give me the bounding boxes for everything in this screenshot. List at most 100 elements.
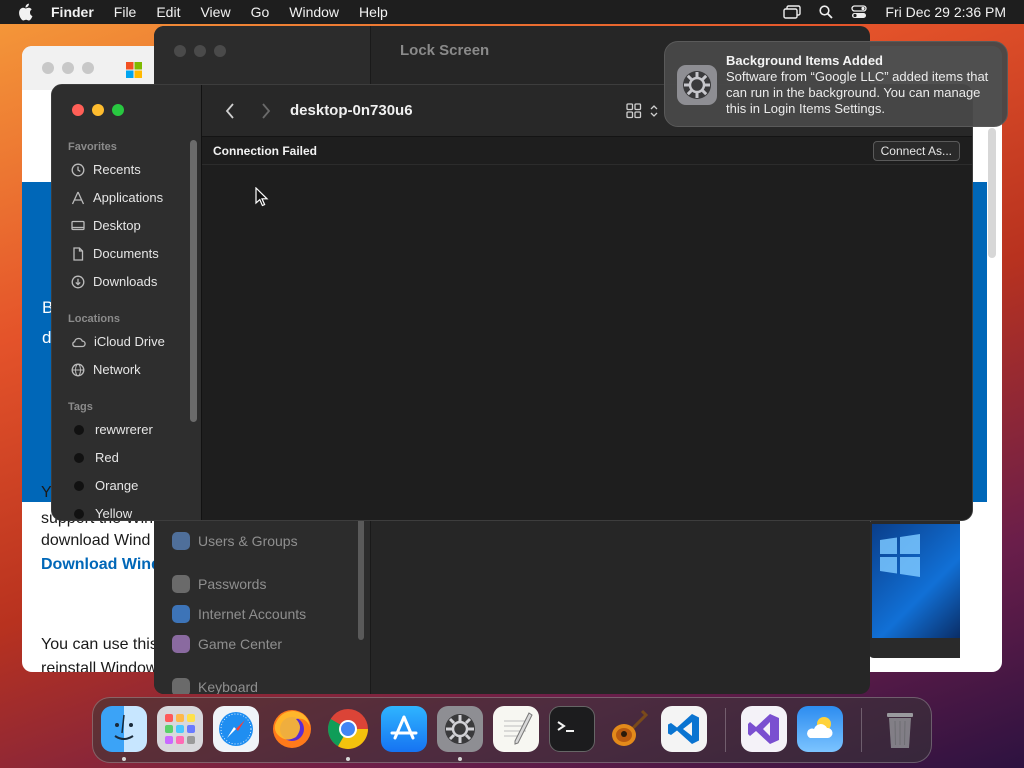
finder-window[interactable]: Favorites Recents Applications Desktop D… [51,84,973,521]
settings-item-label: Passwords [198,576,267,592]
settings-minimize-light[interactable] [194,45,206,57]
dock-firefox-icon[interactable] [269,706,315,752]
sidebar-tag-orange[interactable]: Orange [71,478,138,493]
dock-safari-icon[interactable] [213,706,259,752]
sidebar-item-network[interactable]: Network [71,362,141,377]
dock-trash-icon[interactable] [877,706,923,752]
globe-icon [71,363,85,376]
settings-item-keyboard[interactable]: Keyboard [172,678,258,694]
key-icon [172,575,190,593]
dock-chrome-icon[interactable] [325,706,371,752]
browser-close-light[interactable] [42,62,54,74]
applications-icon [71,191,85,204]
sidebar-item-label: rewwrerer [95,422,153,437]
sidebar-item-documents[interactable]: Documents [71,246,159,261]
settings-item-users-groups[interactable]: Users & Groups [172,532,298,550]
at-sign-icon [172,605,190,623]
finder-window-title: desktop-0n730u6 [290,102,413,119]
icon-view-toggle-icon[interactable] [626,103,662,119]
game-center-icon [172,635,190,653]
windows-logo-icon [880,534,920,577]
tag-dot-icon [74,508,84,519]
sidebar-item-label: Recents [93,162,141,177]
settings-item-game-center[interactable]: Game Center [172,635,282,653]
sidebar-item-recents[interactable]: Recents [71,162,141,177]
finder-content-area[interactable]: Connection Failed Connect As... [202,137,972,520]
sidebar-item-label: Desktop [93,218,141,233]
page-text-fragment-5: reinstall Window [41,660,158,672]
settings-sidebar-scrollbar[interactable] [358,514,364,640]
users-groups-icon [172,532,190,550]
sidebar-tag-yellow[interactable]: Yellow [71,506,132,520]
menu-app-name[interactable]: Finder [51,4,94,20]
finder-minimize-button[interactable] [92,104,104,116]
system-settings-gear-icon [677,65,717,105]
dock-garageband-icon[interactable] [605,706,651,752]
dock-terminal-icon[interactable] [549,706,595,752]
sidebar-item-icloud-drive[interactable]: iCloud Drive [71,334,165,349]
menu-window[interactable]: Window [289,4,339,20]
browser-minimize-light[interactable] [62,62,74,74]
dock-vscode-icon[interactable] [661,706,707,752]
settings-pane-title: Lock Screen [400,42,490,59]
dock-weather-icon[interactable] [797,706,843,752]
forward-chevron-icon[interactable] [260,102,272,120]
notification-body: Software from “Google LLC” added items t… [726,69,989,116]
screen-mirroring-icon[interactable] [783,5,802,19]
sidebar-scrollbar[interactable] [190,140,197,422]
back-chevron-icon[interactable] [224,102,236,120]
browser-zoom-light[interactable] [82,62,94,74]
apple-menu-icon[interactable] [17,3,37,21]
settings-item-internet-accounts[interactable]: Internet Accounts [172,605,306,623]
menu-view[interactable]: View [200,4,230,20]
desktop-icon [71,220,85,230]
finder-close-button[interactable] [72,104,84,116]
dock [92,697,932,763]
sidebar-section-locations: Locations [68,313,120,325]
page-text-fragment-3: download Wind [41,532,151,549]
menu-help[interactable]: Help [359,4,388,20]
connect-as-button[interactable]: Connect As... [872,141,960,161]
sidebar-item-label: Applications [93,190,164,205]
sidebar-item-label: iCloud Drive [94,334,165,349]
dock-system-settings-icon[interactable] [437,706,483,752]
settings-item-label: Internet Accounts [198,606,307,622]
dock-finder-icon[interactable] [101,706,147,752]
control-center-icon[interactable] [851,5,868,19]
browser-scrollbar[interactable] [988,128,996,258]
sidebar-item-label: Network [93,362,141,377]
dock-app-store-icon[interactable] [381,706,427,752]
settings-close-light[interactable] [174,45,186,57]
menu-edit[interactable]: Edit [156,4,180,20]
menubar-clock[interactable]: Fri Dec 29 2:36 PM [885,4,1006,20]
microsoft-logo-icon [126,62,142,78]
dock-textedit-icon[interactable] [493,706,539,752]
settings-item-passwords[interactable]: Passwords [172,575,266,593]
menu-bar: Finder File Edit View Go Window Help Fri… [0,0,1024,24]
spotlight-search-icon[interactable] [819,5,834,19]
download-icon [71,275,85,288]
sidebar-item-label: Orange [95,478,139,493]
sidebar-section-tags: Tags [68,401,93,413]
windows-laptop-image [868,520,960,658]
sidebar-item-applications[interactable]: Applications [71,190,163,205]
clock-icon [71,163,85,176]
tag-dot-icon [74,452,84,463]
sidebar-tag-rewwrerer[interactable]: rewwrerer [71,422,153,437]
dock-launchpad-icon[interactable] [157,706,203,752]
menu-go[interactable]: Go [251,4,270,20]
dock-visual-studio-icon[interactable] [741,706,787,752]
sidebar-item-downloads[interactable]: Downloads [71,274,157,289]
connection-status-text: Connection Failed [213,144,318,158]
download-windows-link[interactable]: Download Wind [41,556,161,574]
background-items-notification[interactable]: Background Items Added Software from “Go… [664,41,1008,127]
settings-zoom-light[interactable] [214,45,226,57]
sidebar-item-label: Documents [93,246,159,261]
finder-zoom-button[interactable] [112,104,124,116]
mouse-cursor-icon [255,187,269,207]
settings-item-label: Users & Groups [198,533,298,549]
settings-item-label: Game Center [198,636,283,652]
menu-file[interactable]: File [114,4,137,20]
sidebar-tag-red[interactable]: Red [71,450,119,465]
sidebar-item-desktop[interactable]: Desktop [71,218,141,233]
